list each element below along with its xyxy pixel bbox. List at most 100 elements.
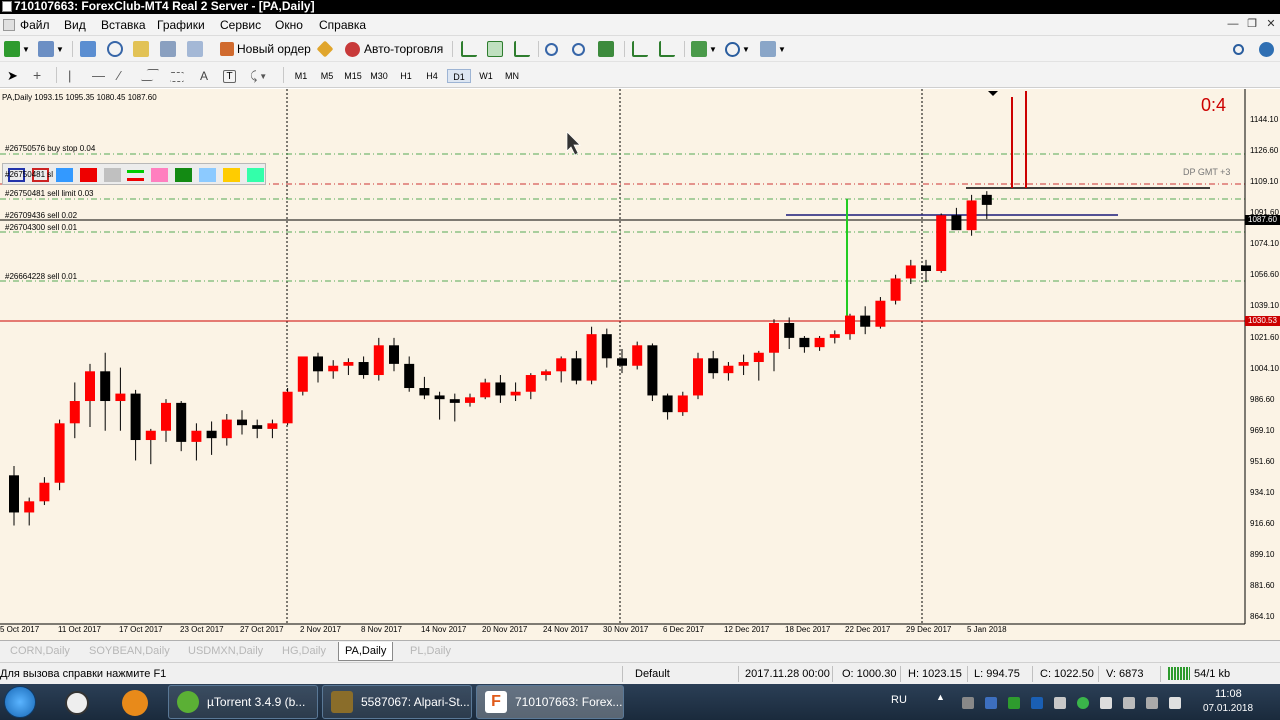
- chart-window-icon[interactable]: [3, 19, 15, 31]
- volume-icon[interactable]: [1146, 697, 1158, 709]
- order-label[interactable]: #26750481 sl: [5, 170, 53, 179]
- start-button[interactable]: [4, 686, 36, 718]
- price-tick: 951.60: [1250, 457, 1275, 466]
- order-label[interactable]: #26750481 sell limit 0.03: [5, 189, 94, 198]
- tray-icon[interactable]: [1077, 697, 1089, 709]
- timeframe-d1[interactable]: D1: [447, 69, 471, 83]
- timeframe-w1[interactable]: W1: [474, 69, 498, 83]
- taskbar-task-utorrent[interactable]: µTorrent 3.4.9 (b...: [168, 685, 318, 719]
- swatch-green-red[interactable]: [127, 170, 144, 181]
- price-chart[interactable]: PA,Daily 1093.15 1095.35 1080.45 1087.60…: [0, 89, 1280, 640]
- tray-icon[interactable]: [1100, 697, 1112, 709]
- order-label[interactable]: #26704300 sell 0.01: [5, 223, 77, 232]
- swatch-blue[interactable]: [56, 168, 73, 182]
- timeframe-m1[interactable]: M1: [289, 69, 313, 83]
- tray-icon[interactable]: [985, 697, 997, 709]
- timeframe-m15[interactable]: M15: [341, 69, 365, 83]
- timeframe-m30[interactable]: M30: [367, 69, 391, 83]
- templates-button[interactable]: ▼: [760, 40, 786, 58]
- menu-insert[interactable]: Вставка: [101, 18, 146, 32]
- periods-button[interactable]: ▼: [725, 40, 750, 58]
- fibonacci-tool[interactable]: [170, 66, 184, 84]
- channel-tool[interactable]: [140, 66, 160, 84]
- line-chart-button[interactable]: [514, 40, 530, 58]
- terminal-button[interactable]: [160, 40, 176, 58]
- taskbar-task-alpari[interactable]: 5587067: Alpari-St...: [322, 685, 472, 719]
- vertical-line-tool[interactable]: |: [68, 66, 71, 84]
- menu-window[interactable]: Окно: [275, 18, 303, 32]
- tab-corn[interactable]: CORN,Daily: [4, 644, 76, 658]
- profiles-button[interactable]: ▼: [38, 40, 64, 58]
- menu-charts[interactable]: Графики: [157, 18, 205, 32]
- restore-icon[interactable]: ❐: [1245, 18, 1259, 32]
- trendline-tool[interactable]: ∕: [118, 66, 120, 84]
- menu-help[interactable]: Справка: [319, 18, 366, 32]
- tab-usdmxn[interactable]: USDMXN,Daily: [182, 644, 269, 658]
- minimize-icon[interactable]: —: [1226, 18, 1240, 32]
- swatch-red[interactable]: [80, 168, 97, 182]
- candlestick-button[interactable]: [487, 40, 503, 58]
- network-icon[interactable]: [1123, 697, 1135, 709]
- menu-file[interactable]: Файл: [20, 18, 50, 32]
- zoom-out-button[interactable]: [572, 40, 585, 58]
- bar-chart-button[interactable]: [461, 40, 477, 58]
- search-icon: [1233, 43, 1244, 55]
- auto-trading-button[interactable]: Авто-торговля: [345, 40, 443, 58]
- arrows-tool[interactable]: ⤹ ▼: [250, 67, 267, 85]
- zoom-in-button[interactable]: [545, 40, 558, 58]
- horizontal-line-tool[interactable]: —: [92, 66, 105, 84]
- swatch-pink[interactable]: [151, 168, 168, 182]
- swatch-mint[interactable]: [247, 168, 264, 182]
- tray-icon[interactable]: [1008, 697, 1020, 709]
- taskbar-app-pinned[interactable]: [119, 686, 155, 718]
- menu-tools[interactable]: Сервис: [220, 18, 261, 32]
- timeframe-m5[interactable]: M5: [315, 69, 339, 83]
- text-label-tool[interactable]: T: [223, 67, 236, 85]
- close-icon[interactable]: ✕: [1264, 18, 1278, 32]
- new-order-button[interactable]: Новый ордер: [220, 40, 311, 58]
- battery-icon[interactable]: [1169, 697, 1181, 709]
- indicators-button[interactable]: ▼: [691, 40, 717, 58]
- new-chart-button[interactable]: ▼: [4, 40, 30, 58]
- timeframe-h1[interactable]: H1: [394, 69, 418, 83]
- timeframe-h4[interactable]: H4: [420, 69, 444, 83]
- auto-scroll-button[interactable]: [632, 40, 648, 58]
- market-watch-button[interactable]: [80, 40, 96, 58]
- clock-time[interactable]: 11:08: [1215, 688, 1242, 700]
- data-window-button[interactable]: [107, 40, 123, 58]
- taskbar-app-pinned[interactable]: [60, 686, 96, 718]
- strategy-tester-button[interactable]: [187, 40, 203, 58]
- order-label[interactable]: #26709436 sell 0.02: [5, 211, 77, 220]
- tab-pa[interactable]: PA,Daily: [338, 642, 394, 661]
- swatch-gray[interactable]: [104, 168, 121, 182]
- order-label[interactable]: #26750576 buy stop 0.04: [5, 144, 95, 153]
- profile-name: Default: [635, 668, 670, 680]
- tray-icon[interactable]: [1031, 697, 1043, 709]
- candle-body: [389, 345, 399, 364]
- tab-soybean[interactable]: SOYBEAN,Daily: [83, 644, 176, 658]
- crosshair-tool[interactable]: +: [33, 66, 41, 84]
- swatch-yellow[interactable]: [223, 168, 240, 182]
- chart-shift-button[interactable]: [659, 40, 675, 58]
- chat-button[interactable]: [1259, 40, 1274, 58]
- tab-pl[interactable]: PL,Daily: [404, 644, 457, 658]
- menu-view[interactable]: Вид: [64, 18, 86, 32]
- status-separator: [900, 666, 901, 682]
- tray-icon[interactable]: [1054, 697, 1066, 709]
- search-button[interactable]: [1233, 40, 1244, 58]
- tray-icon[interactable]: [962, 697, 974, 709]
- tab-hg[interactable]: HG,Daily: [276, 644, 332, 658]
- meta-editor-button[interactable]: [316, 40, 334, 58]
- tile-windows-button[interactable]: [598, 40, 614, 58]
- cursor-tool[interactable]: ➤: [7, 67, 18, 85]
- swatch-green[interactable]: [175, 168, 192, 182]
- tray-expand-icon[interactable]: ▲: [936, 692, 945, 702]
- swatch-light-blue[interactable]: [199, 168, 216, 182]
- timeframe-mn[interactable]: MN: [500, 69, 524, 83]
- language-indicator[interactable]: RU: [891, 694, 907, 706]
- order-label[interactable]: #26664228 sell 0.01: [5, 272, 77, 281]
- text-tool[interactable]: A: [200, 67, 208, 85]
- navigator-button[interactable]: [133, 40, 149, 58]
- taskbar-task-forexclub[interactable]: F 710107663: Forex...: [476, 685, 624, 719]
- clock-date[interactable]: 07.01.2018: [1203, 703, 1253, 714]
